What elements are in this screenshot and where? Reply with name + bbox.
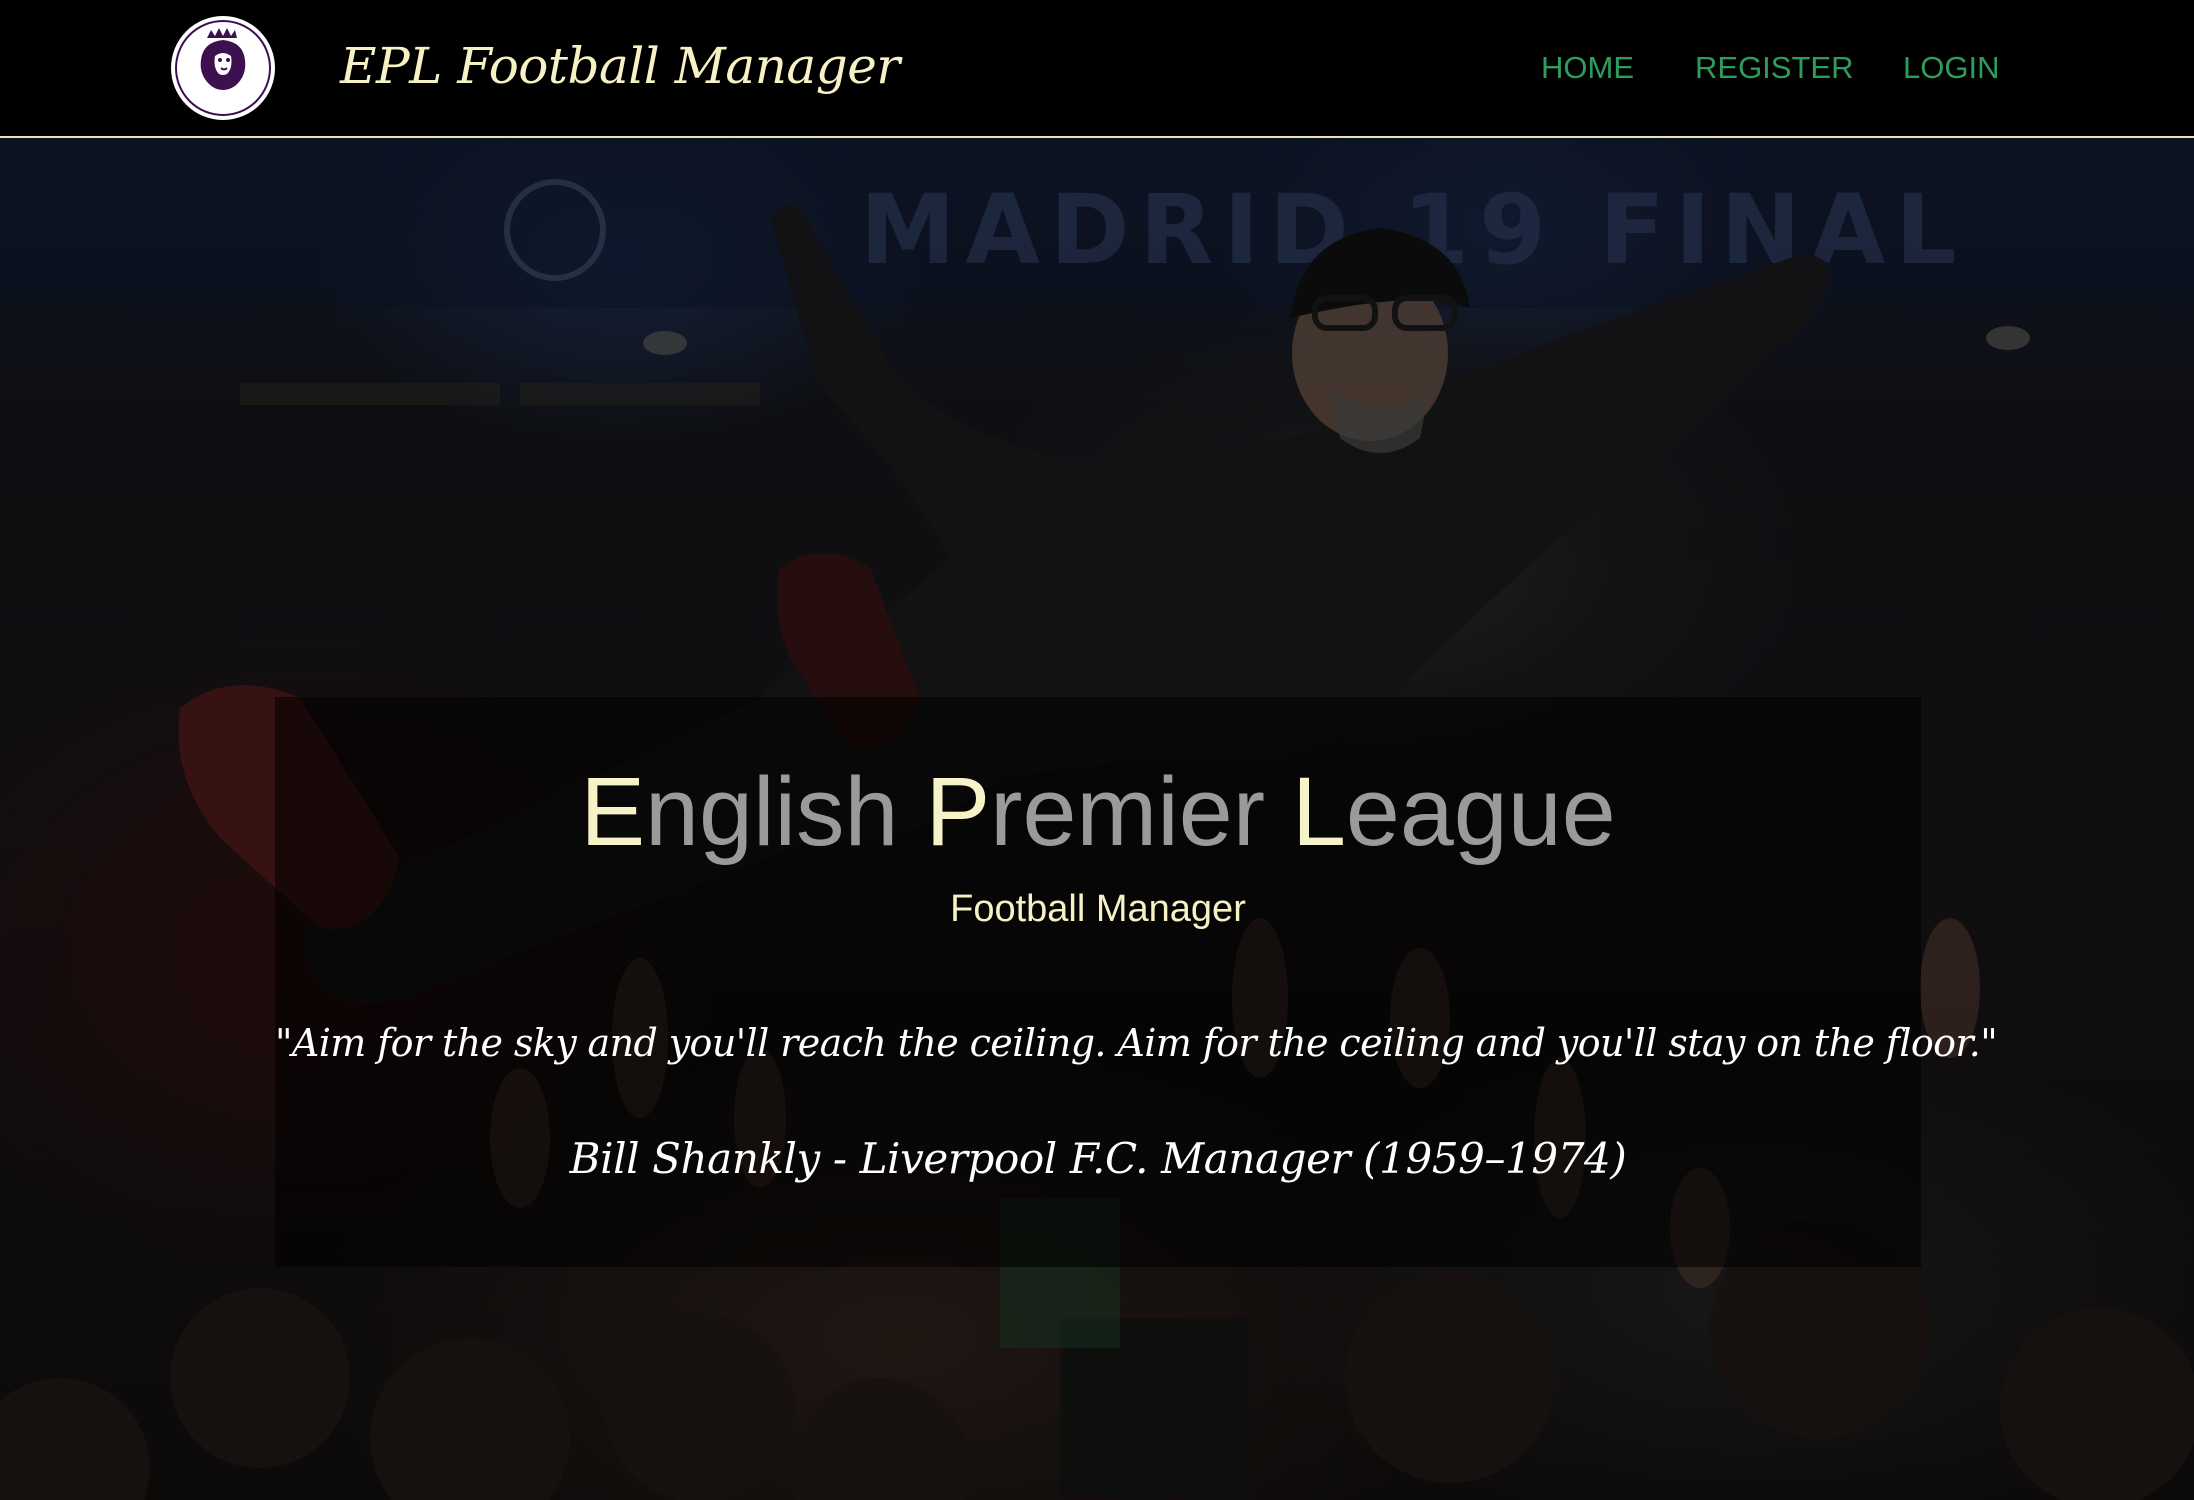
site-brand[interactable]: EPL Football Manager	[340, 30, 900, 102]
headline-initial-p: P	[925, 757, 991, 866]
headline-word-english: nglish	[645, 757, 926, 866]
nav-home-link[interactable]: HOME	[1541, 46, 1634, 90]
nav-login-link[interactable]: LOGIN	[1903, 46, 1999, 90]
hero-section: MADRID 19 FINAL English Premier League F…	[0, 138, 2194, 1500]
top-navbar: EPL Football Manager HOME REGISTER LOGIN	[0, 0, 2194, 138]
nav-register-link[interactable]: REGISTER	[1695, 46, 1853, 90]
hero-subtitle: Football Manager	[950, 888, 1246, 930]
hero-quote: "Aim for the sky and you'll reach the ce…	[275, 1021, 1998, 1065]
headline-initial-e: E	[580, 757, 646, 866]
hero-text-panel: English Premier League Football Manager …	[275, 697, 1998, 1267]
quote-author: Bill Shankly - Liverpool F.C. Manager (1…	[569, 1134, 1627, 1183]
lion-crest-icon	[173, 18, 273, 118]
headline-word-premier: remier	[990, 757, 1292, 866]
headline-word-league: eague	[1345, 757, 1616, 866]
headline-initial-l: L	[1291, 757, 1346, 866]
hero-headline: English Premier League	[275, 757, 1921, 867]
premier-league-logo[interactable]	[171, 16, 275, 120]
